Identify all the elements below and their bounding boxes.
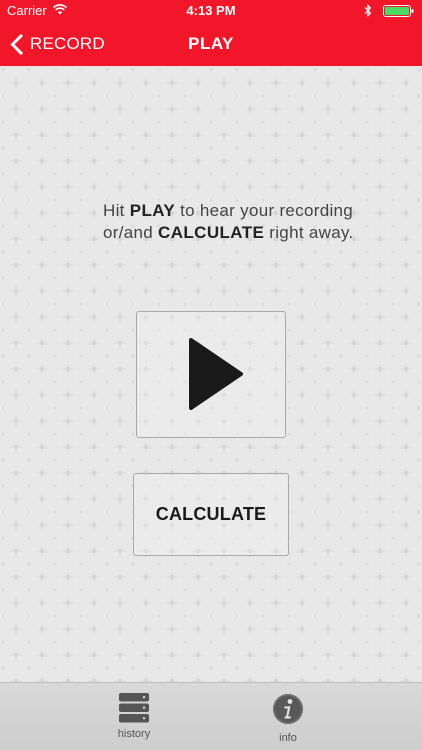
tab-info[interactable]: info [211, 683, 422, 750]
app-screen: Carrier 4:13 PM RECORD PLAY Hit PLAY to … [0, 0, 422, 750]
play-icon [189, 338, 243, 410]
nav-bar: RECORD PLAY [0, 22, 422, 66]
instructions-text: Hit PLAY to hear your recording or/and C… [103, 200, 403, 244]
tab-bar: history info [0, 682, 422, 750]
bluetooth-icon [364, 4, 372, 17]
tab-history-label: history [117, 728, 151, 740]
header: Carrier 4:13 PM RECORD PLAY [0, 0, 422, 66]
calculate-button[interactable]: CALCULATE [133, 473, 289, 556]
battery-icon [383, 5, 414, 17]
play-button[interactable] [136, 311, 286, 438]
database-stack-icon [119, 693, 149, 723]
page-title: PLAY [188, 34, 234, 53]
instructions-part-1: Hit [103, 201, 130, 220]
status-time: 4:13 PM [186, 3, 236, 18]
main-content: Hit PLAY to hear your recording or/and C… [0, 66, 422, 682]
status-bar: Carrier 4:13 PM [0, 0, 422, 22]
tab-info-label: info [279, 732, 297, 744]
info-circle-icon [273, 694, 303, 724]
tab-history[interactable]: history [0, 683, 211, 750]
instructions-part-3: right away. [264, 223, 354, 242]
instructions-play-keyword: PLAY [129, 201, 176, 220]
instructions-calculate-keyword: CALCULATE [158, 223, 265, 242]
